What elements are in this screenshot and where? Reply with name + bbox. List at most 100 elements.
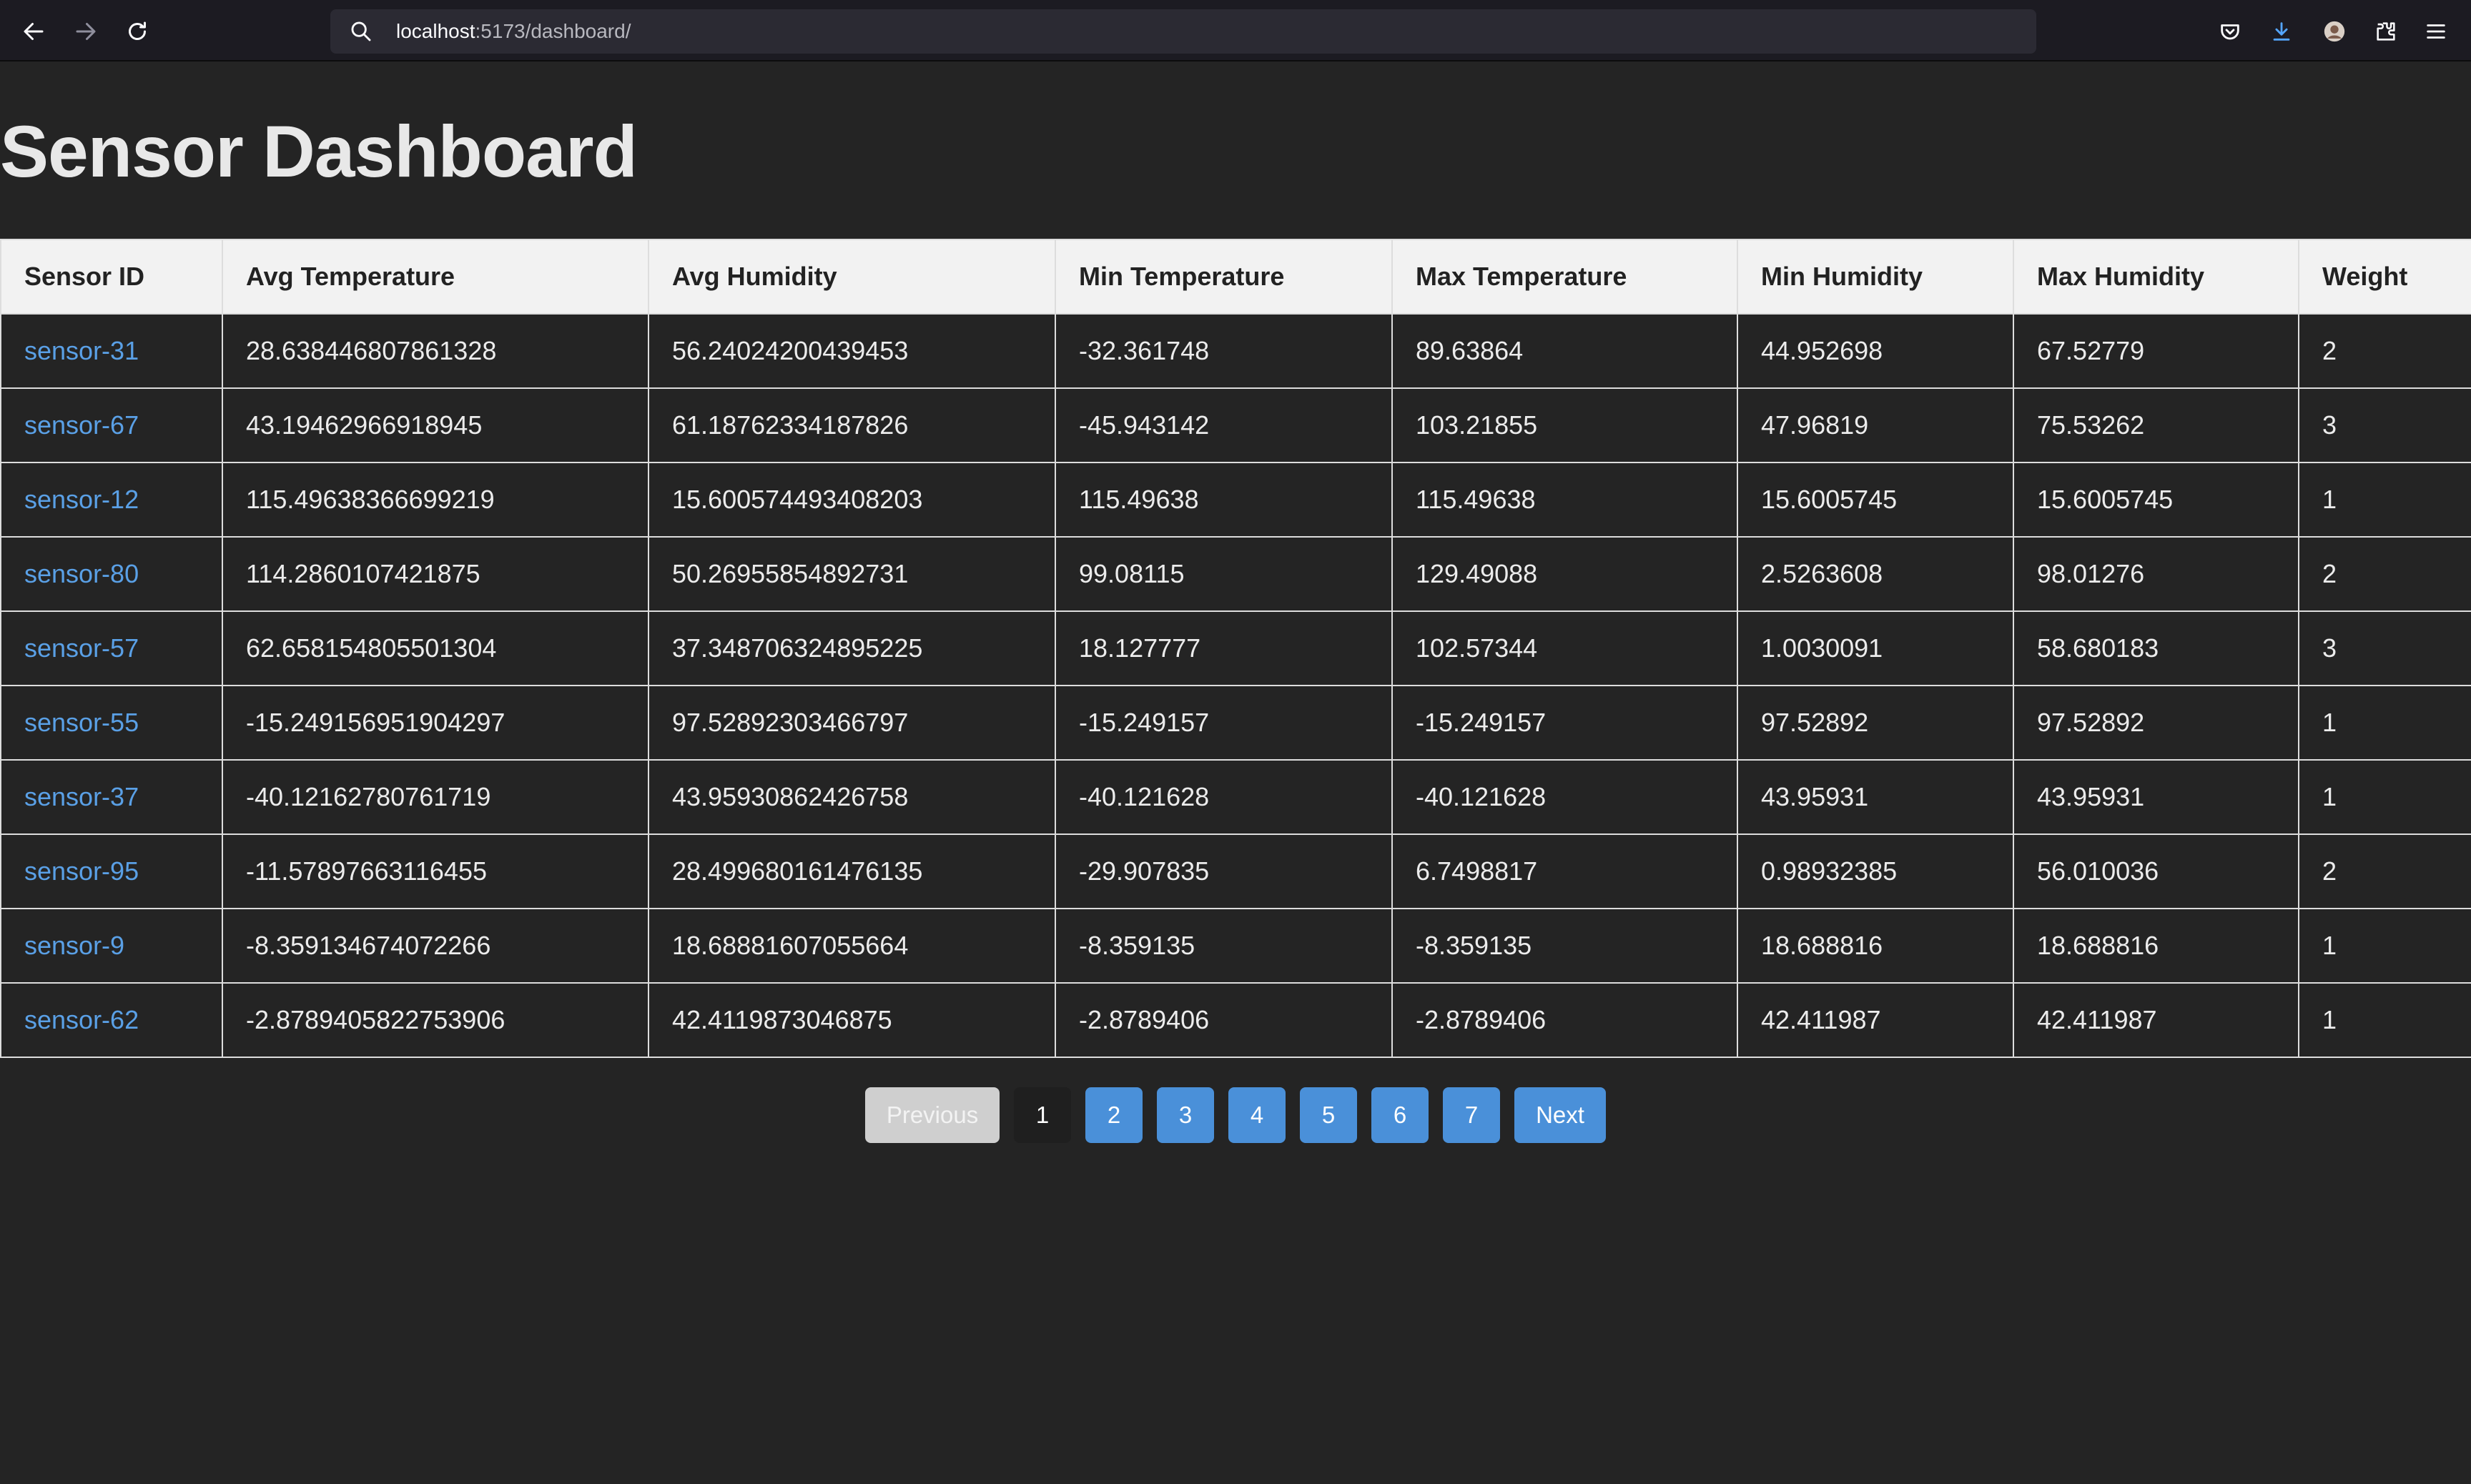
cell-min-humidity: 47.96819 bbox=[1737, 387, 2014, 463]
cell-min-humidity: 97.52892 bbox=[1737, 685, 2014, 761]
cell-weight: 1 bbox=[2298, 982, 2471, 1058]
address-bar[interactable]: localhost:5173/dashboard/ bbox=[330, 9, 2036, 54]
cell-sensor-id: sensor-37 bbox=[0, 759, 223, 835]
sensor-table: Sensor ID Avg Temperature Avg Humidity M… bbox=[0, 239, 2471, 1058]
url-path: :5173/dashboard/ bbox=[475, 20, 631, 42]
cell-max-humidity: 98.01276 bbox=[2013, 536, 2299, 612]
cell-sensor-id: sensor-57 bbox=[0, 610, 223, 686]
cell-avg-humidity: 28.499680161476135 bbox=[648, 833, 1056, 909]
menu-button[interactable] bbox=[2415, 11, 2457, 52]
cell-max-humidity: 97.52892 bbox=[2013, 685, 2299, 761]
cell-max-temperature: -15.249157 bbox=[1391, 685, 1738, 761]
back-button[interactable] bbox=[13, 11, 54, 52]
table-row: sensor-55 -15.249156951904297 97.528923034… bbox=[0, 685, 2471, 761]
header-min-humidity[interactable]: Min Humidity bbox=[1737, 239, 2014, 315]
downloads-button[interactable] bbox=[2261, 11, 2302, 52]
cell-min-temperature: -32.361748 bbox=[1055, 313, 1393, 389]
cell-avg-temperature: -8.359134674072266 bbox=[222, 908, 649, 984]
cell-avg-humidity: 37.348706324895225 bbox=[648, 610, 1056, 686]
page-button-6[interactable]: 6 bbox=[1371, 1087, 1429, 1143]
cell-max-humidity: 67.52779 bbox=[2013, 313, 2299, 389]
cell-min-humidity: 1.0030091 bbox=[1737, 610, 2014, 686]
header-max-humidity[interactable]: Max Humidity bbox=[2013, 239, 2299, 315]
cell-min-temperature: 115.49638 bbox=[1055, 462, 1393, 538]
pagination: Previous 1 2 3 4 5 6 7 Next bbox=[0, 1087, 2471, 1143]
cell-weight: 1 bbox=[2298, 908, 2471, 984]
url-host: localhost bbox=[396, 20, 475, 42]
cell-weight: 3 bbox=[2298, 387, 2471, 463]
table-row: sensor-62 -2.8789405822753906 42.411987304… bbox=[0, 982, 2471, 1058]
sensor-link[interactable]: sensor-80 bbox=[24, 559, 139, 588]
cell-max-temperature: 6.7498817 bbox=[1391, 833, 1738, 909]
cell-max-temperature: 115.49638 bbox=[1391, 462, 1738, 538]
cell-min-humidity: 43.95931 bbox=[1737, 759, 2014, 835]
cell-avg-temperature: 115.49638366699219 bbox=[222, 462, 649, 538]
cell-min-humidity: 18.688816 bbox=[1737, 908, 2014, 984]
sensor-link[interactable]: sensor-31 bbox=[24, 336, 139, 365]
cell-min-temperature: -2.8789406 bbox=[1055, 982, 1393, 1058]
cell-avg-humidity: 61.18762334187826 bbox=[648, 387, 1056, 463]
extensions-button[interactable] bbox=[2365, 11, 2407, 52]
cell-sensor-id: sensor-67 bbox=[0, 387, 223, 463]
pocket-button[interactable] bbox=[2209, 11, 2251, 52]
page-button-2[interactable]: 2 bbox=[1085, 1087, 1143, 1143]
cell-max-temperature: -40.121628 bbox=[1391, 759, 1738, 835]
sensor-link[interactable]: sensor-95 bbox=[24, 856, 139, 886]
account-avatar-icon bbox=[2324, 21, 2345, 42]
cell-min-temperature: -15.249157 bbox=[1055, 685, 1393, 761]
cell-weight: 2 bbox=[2298, 313, 2471, 389]
cell-max-humidity: 18.688816 bbox=[2013, 908, 2299, 984]
cell-avg-temperature: -2.8789405822753906 bbox=[222, 982, 649, 1058]
sensor-link[interactable]: sensor-37 bbox=[24, 782, 139, 811]
browser-toolbar: localhost:5173/dashboard/ bbox=[0, 0, 2471, 61]
sensor-link[interactable]: sensor-55 bbox=[24, 708, 139, 737]
page-button-3[interactable]: 3 bbox=[1157, 1087, 1214, 1143]
sensor-link[interactable]: sensor-62 bbox=[24, 1005, 139, 1034]
page-button-5[interactable]: 5 bbox=[1300, 1087, 1357, 1143]
cell-max-temperature: 129.49088 bbox=[1391, 536, 1738, 612]
cell-max-temperature: 103.21855 bbox=[1391, 387, 1738, 463]
forward-arrow-icon bbox=[76, 23, 96, 40]
cell-avg-temperature: -40.12162780761719 bbox=[222, 759, 649, 835]
header-min-temperature[interactable]: Min Temperature bbox=[1055, 239, 1393, 315]
sensor-link[interactable]: sensor-9 bbox=[24, 931, 124, 960]
cell-avg-humidity: 43.95930862426758 bbox=[648, 759, 1056, 835]
cell-sensor-id: sensor-95 bbox=[0, 833, 223, 909]
header-max-temperature[interactable]: Max Temperature bbox=[1391, 239, 1738, 315]
page-button-4[interactable]: 4 bbox=[1228, 1087, 1286, 1143]
previous-button[interactable]: Previous bbox=[865, 1087, 1000, 1143]
table-row: sensor-12 115.49638366699219 15.6005744934… bbox=[0, 462, 2471, 538]
address-url[interactable]: localhost:5173/dashboard/ bbox=[396, 9, 631, 54]
page-button-7[interactable]: 7 bbox=[1443, 1087, 1500, 1143]
header-sensor-id[interactable]: Sensor ID bbox=[0, 239, 223, 315]
page-button-1[interactable]: 1 bbox=[1014, 1087, 1071, 1143]
sensor-link[interactable]: sensor-12 bbox=[24, 485, 139, 514]
cell-min-temperature: -8.359135 bbox=[1055, 908, 1393, 984]
next-button[interactable]: Next bbox=[1514, 1087, 1606, 1143]
cell-min-temperature: 99.08115 bbox=[1055, 536, 1393, 612]
cell-min-temperature: -40.121628 bbox=[1055, 759, 1393, 835]
cell-avg-humidity: 15.600574493408203 bbox=[648, 462, 1056, 538]
cell-weight: 2 bbox=[2298, 833, 2471, 909]
cell-avg-humidity: 97.52892303466797 bbox=[648, 685, 1056, 761]
reload-icon bbox=[129, 21, 146, 40]
sensor-link[interactable]: sensor-57 bbox=[24, 633, 139, 663]
header-avg-temperature[interactable]: Avg Temperature bbox=[222, 239, 649, 315]
cell-max-humidity: 42.411987 bbox=[2013, 982, 2299, 1058]
cell-sensor-id: sensor-80 bbox=[0, 536, 223, 612]
cell-sensor-id: sensor-62 bbox=[0, 982, 223, 1058]
sensor-link[interactable]: sensor-67 bbox=[24, 410, 139, 440]
reload-button[interactable] bbox=[117, 11, 158, 52]
cell-max-temperature: 102.57344 bbox=[1391, 610, 1738, 686]
search-icon bbox=[351, 21, 371, 41]
cell-weight: 1 bbox=[2298, 462, 2471, 538]
table-body: sensor-31 28.638446807861328 56.2402420043… bbox=[0, 313, 2471, 1058]
header-weight[interactable]: Weight bbox=[2298, 239, 2471, 315]
cell-avg-humidity: 42.4119873046875 bbox=[648, 982, 1056, 1058]
account-button[interactable] bbox=[2314, 11, 2355, 52]
forward-button[interactable] bbox=[65, 11, 107, 52]
cell-min-temperature: -29.907835 bbox=[1055, 833, 1393, 909]
header-avg-humidity[interactable]: Avg Humidity bbox=[648, 239, 1056, 315]
cell-avg-humidity: 18.68881607055664 bbox=[648, 908, 1056, 984]
cell-min-humidity: 42.411987 bbox=[1737, 982, 2014, 1058]
